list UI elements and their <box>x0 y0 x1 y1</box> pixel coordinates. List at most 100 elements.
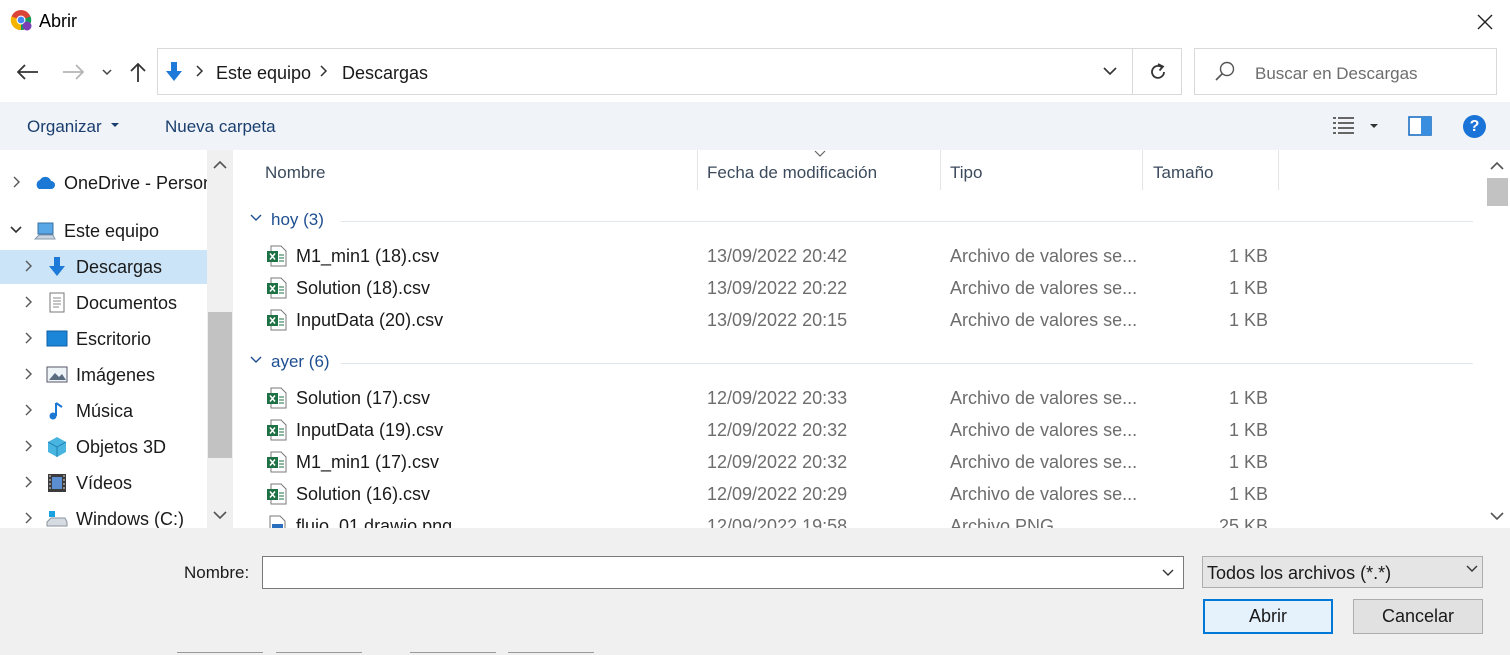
chevron-right-icon[interactable] <box>21 295 35 309</box>
new-folder-button[interactable]: Nueva carpeta <box>165 117 276 137</box>
nav-item[interactable]: Vídeos <box>0 466 207 500</box>
file-row[interactable]: Solution (16).csv 12/09/2022 20:29 Archivo… <box>233 478 1485 510</box>
excel-csv-icon <box>267 245 287 267</box>
chevron-right-icon[interactable] <box>21 475 35 489</box>
pictures-folder-icon <box>46 364 68 386</box>
excel-csv-icon <box>267 277 287 299</box>
file-name: M1_min1 (18).csv <box>296 246 440 266</box>
nav-item-label: Objetos 3D <box>76 437 167 457</box>
group-header[interactable]: ayer (6) <box>233 348 1485 376</box>
navigation-scrollbar[interactable] <box>207 150 233 528</box>
caret-down-icon <box>111 123 119 127</box>
breadcrumb-descargas[interactable]: Descargas <box>342 63 428 84</box>
navigation-scroll-thumb[interactable] <box>208 312 232 458</box>
close-button[interactable] <box>1460 0 1510 44</box>
column-header-date[interactable]: Fecha de modificación <box>698 150 940 192</box>
nav-item[interactable]: Escritorio <box>0 322 207 356</box>
file-row[interactable]: Solution (17).csv 12/09/2022 20:33 Archivo… <box>233 382 1485 414</box>
help-button[interactable]: ? <box>1463 115 1486 138</box>
desktop-folder-icon <box>46 328 68 350</box>
chevron-right-icon[interactable] <box>21 403 35 417</box>
cancel-button[interactable]: Cancelar <box>1353 599 1483 634</box>
search-box[interactable]: Buscar en Descargas <box>1194 48 1497 95</box>
column-header-type[interactable]: Tipo <box>941 150 1142 192</box>
chevron-down-icon[interactable] <box>9 223 23 237</box>
excel-csv-icon <box>267 309 287 331</box>
filename-combobox[interactable] <box>262 556 1184 589</box>
scroll-down-icon <box>213 511 227 520</box>
nav-item[interactable]: OneDrive - Person <box>0 166 213 200</box>
nav-item-label: Descargas <box>76 257 163 277</box>
arrow-up-icon <box>130 62 146 82</box>
file-name: flujo_01.drawio.png <box>296 516 453 528</box>
nav-item[interactable]: Este equipo <box>0 214 207 248</box>
breadcrumb-separator-icon <box>196 64 204 81</box>
file-date: 13/09/2022 20:42 <box>707 246 848 266</box>
excel-csv-icon <box>267 419 287 441</box>
open-button[interactable]: Abrir <box>1203 599 1333 634</box>
group-divider <box>341 363 1473 364</box>
scroll-up-icon <box>213 160 227 169</box>
chevron-right-icon[interactable] <box>21 511 35 525</box>
file-row[interactable]: InputData (19).csv 12/09/2022 20:32 Archiv… <box>233 414 1485 446</box>
breadcrumb-este-equipo[interactable]: Este equipo <box>216 63 311 84</box>
recent-locations-button[interactable] <box>94 58 120 86</box>
file-type-filter[interactable]: Todos los archivos (*.*) <box>1202 556 1483 588</box>
chevron-right-icon[interactable] <box>21 331 35 345</box>
file-list-scrollbar[interactable] <box>1485 150 1510 528</box>
file-date: 12/09/2022 20:32 <box>707 452 848 472</box>
file-date: 13/09/2022 20:22 <box>707 278 848 298</box>
column-date-label: Fecha de modificación <box>707 163 878 182</box>
file-name: Solution (16).csv <box>296 484 431 504</box>
close-icon <box>1477 14 1493 30</box>
nav-item[interactable]: Documentos <box>0 286 207 320</box>
group-label: ayer (6) <box>271 352 330 371</box>
file-size: 1 KB <box>1228 484 1268 504</box>
nav-item-label: OneDrive - Person <box>64 173 214 193</box>
file-list-scroll-thumb[interactable] <box>1487 178 1508 206</box>
up-button[interactable] <box>124 58 152 86</box>
file-type: Archivo de valores se... <box>950 278 1138 298</box>
chevron-right-icon[interactable] <box>21 439 35 453</box>
excel-csv-icon <box>267 451 287 473</box>
filename-input[interactable] <box>265 559 1145 586</box>
nav-item[interactable]: Imágenes <box>0 358 207 392</box>
chevron-down-icon <box>1162 569 1174 576</box>
file-name: M1_min1 (17).csv <box>296 452 440 472</box>
back-button[interactable] <box>14 58 42 86</box>
3d-objects-folder-icon <box>46 436 68 458</box>
column-divider[interactable] <box>1278 150 1279 190</box>
organize-menu-button[interactable]: Organizar <box>27 117 102 137</box>
chevron-right-icon[interactable] <box>9 175 23 189</box>
file-type: Archivo de valores se... <box>950 420 1138 440</box>
nav-item[interactable]: Música <box>0 394 207 428</box>
chevron-right-icon[interactable] <box>21 367 35 381</box>
nav-item[interactable]: Windows (C:) <box>0 502 207 528</box>
file-row[interactable]: Solution (18).csv 13/09/2022 20:22 Archivo… <box>233 272 1485 304</box>
chrome-app-icon <box>10 10 32 31</box>
preview-pane-icon[interactable] <box>1408 116 1432 136</box>
address-history-dropdown[interactable] <box>1088 49 1132 94</box>
file-row[interactable]: M1_min1 (17).csv 12/09/2022 20:32 Archivo … <box>233 446 1485 478</box>
column-header-name[interactable]: Nombre <box>233 150 697 192</box>
nav-item-label: Música <box>76 401 134 421</box>
file-name: Solution (17).csv <box>296 388 431 408</box>
file-type-filter-value: Todos los archivos (*.*) <box>1207 563 1392 583</box>
nav-item[interactable]: Objetos 3D <box>0 430 207 464</box>
nav-item-label: Vídeos <box>76 473 133 493</box>
view-options-button[interactable] <box>1332 114 1387 138</box>
onedrive-icon <box>34 172 56 194</box>
address-bar[interactable]: Este equipo Descargas <box>157 48 1182 95</box>
file-row[interactable]: InputData (20).csv 13/09/2022 20:15 Archiv… <box>233 304 1485 336</box>
file-type: Archivo PNG <box>950 516 1055 528</box>
nav-item[interactable]: Descargas <box>0 250 207 284</box>
file-row[interactable]: flujo_01.drawio.png 12/09/2022 19:58 Archi… <box>233 510 1485 528</box>
file-row[interactable]: M1_min1 (18).csv 13/09/2022 20:42 Archivo … <box>233 240 1485 272</box>
column-header-size[interactable]: Tamaño <box>1143 150 1278 192</box>
forward-button[interactable] <box>59 58 87 86</box>
nav-item-label: Windows (C:) <box>76 509 185 528</box>
group-header[interactable]: hoy (3) <box>233 206 1485 234</box>
filename-dropdown-button[interactable] <box>1153 557 1183 588</box>
refresh-button[interactable] <box>1132 49 1182 94</box>
chevron-right-icon[interactable] <box>21 259 35 273</box>
